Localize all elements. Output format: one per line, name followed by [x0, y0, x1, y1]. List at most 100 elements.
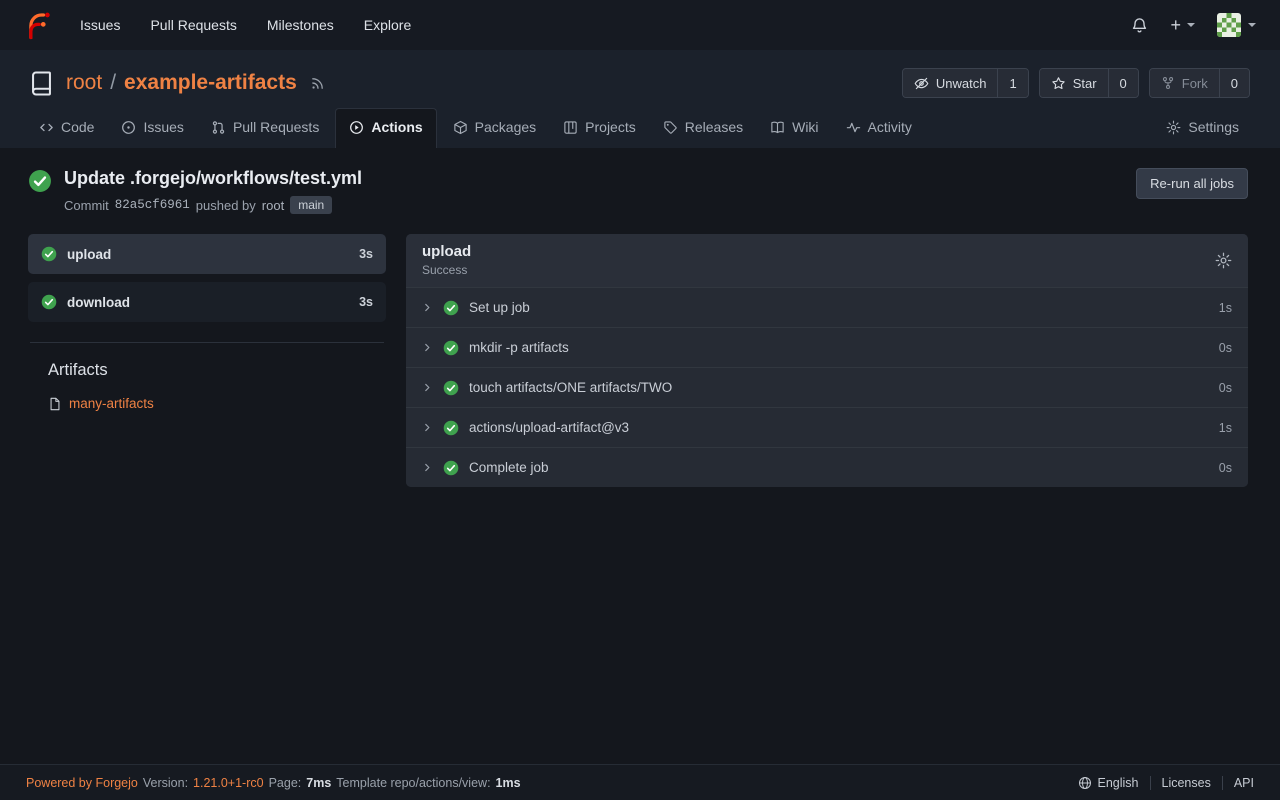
pusher-link[interactable]: root [262, 198, 284, 213]
tab-code[interactable]: Code [28, 109, 105, 148]
powered-by-forgejo-link[interactable]: Powered by Forgejo [26, 776, 138, 790]
nav-item-issues[interactable]: Issues [80, 17, 120, 33]
package-icon [453, 120, 468, 135]
file-icon [48, 397, 62, 411]
unwatch-button[interactable]: Unwatch [903, 69, 998, 97]
page-time-label: Page: [269, 776, 302, 790]
chevron-right-icon [422, 462, 433, 473]
api-link[interactable]: API [1222, 776, 1254, 790]
tab-label: Wiki [792, 119, 818, 135]
success-check-circle-icon [41, 294, 57, 310]
language-selector[interactable]: English [1067, 776, 1150, 790]
forks-count[interactable]: 0 [1219, 69, 1249, 97]
tab-issues[interactable]: Issues [110, 109, 194, 148]
tab-projects[interactable]: Projects [552, 109, 647, 148]
commit-sha-link[interactable]: 82a5cf6961 [115, 198, 190, 212]
job-sidebar: upload 3s download 3s Artifacts man [28, 234, 386, 411]
pull-request-icon [211, 120, 226, 135]
job-name: upload [67, 247, 111, 262]
job-detail-title: upload [422, 243, 471, 260]
job-item-upload[interactable]: upload 3s [28, 234, 386, 274]
tab-label: Releases [685, 119, 743, 135]
run-meta: Update .forgejo/workflows/test.yml Commi… [64, 168, 362, 214]
create-new-menu[interactable]: + [1170, 16, 1195, 34]
step-row-complete-job[interactable]: Complete job 0s [406, 447, 1248, 487]
success-check-circle-icon [443, 380, 459, 396]
repo-tabbar: Code Issues Pull Requests Actions [28, 108, 1250, 148]
chevron-down-icon [1187, 23, 1195, 27]
forgejo-logo[interactable] [24, 10, 54, 40]
sidebar-divider [30, 342, 384, 343]
user-menu[interactable] [1217, 13, 1256, 37]
footer-left: Powered by Forgejo Version: 1.21.0+1-rc0… [26, 776, 521, 790]
job-name: download [67, 295, 130, 310]
top-navbar: Issues Pull Requests Milestones Explore … [0, 0, 1280, 50]
fork-button[interactable]: Fork [1150, 69, 1219, 97]
star-button[interactable]: Star [1040, 69, 1108, 97]
job-duration: 3s [359, 295, 373, 309]
star-button-group: Star 0 [1039, 68, 1139, 98]
tab-releases[interactable]: Releases [652, 109, 754, 148]
nav-item-explore[interactable]: Explore [364, 17, 411, 33]
version-link[interactable]: 1.21.0+1-rc0 [193, 776, 264, 790]
tab-label: Projects [585, 119, 636, 135]
step-name: Complete job [469, 460, 549, 475]
tab-packages[interactable]: Packages [442, 109, 547, 148]
step-duration: 1s [1219, 301, 1232, 315]
job-item-download[interactable]: download 3s [28, 282, 386, 322]
step-row-touch[interactable]: touch artifacts/ONE artifacts/TWO 0s [406, 367, 1248, 407]
repo-name-link[interactable]: example-artifacts [124, 71, 297, 95]
artifact-name: many-artifacts [69, 396, 154, 411]
notifications-bell-icon[interactable] [1131, 17, 1148, 34]
avatar [1217, 13, 1241, 37]
watchers-count[interactable]: 1 [997, 69, 1027, 97]
repo-owner-link[interactable]: root [66, 71, 102, 95]
fork-label: Fork [1182, 76, 1208, 91]
tab-label: Actions [371, 119, 422, 135]
job-steps-header: upload Success [406, 234, 1248, 287]
gear-icon [1166, 120, 1181, 135]
breadcrumb-separator: / [110, 71, 116, 95]
tab-pull-requests[interactable]: Pull Requests [200, 109, 330, 148]
project-board-icon [563, 120, 578, 135]
tab-label: Code [61, 119, 94, 135]
star-label: Star [1073, 76, 1097, 91]
commit-prefix-label: Commit [64, 198, 109, 213]
branch-badge[interactable]: main [290, 196, 332, 214]
template-time-label: Template repo/actions/view: [336, 776, 490, 790]
job-steps-panel: upload Success Set up job 1s [406, 234, 1248, 487]
step-name: touch artifacts/ONE artifacts/TWO [469, 380, 672, 395]
job-duration: 3s [359, 247, 373, 261]
book-icon [770, 120, 785, 135]
navbar-right: + [1131, 13, 1256, 37]
tab-wiki[interactable]: Wiki [759, 109, 829, 148]
artifact-link-many-artifacts[interactable]: many-artifacts [48, 396, 386, 411]
tab-actions[interactable]: Actions [335, 108, 436, 148]
navbar-links: Issues Pull Requests Milestones Explore [80, 17, 411, 33]
nav-item-pull-requests[interactable]: Pull Requests [150, 17, 236, 33]
rerun-all-jobs-button[interactable]: Re-run all jobs [1136, 168, 1248, 199]
rss-feed-icon[interactable] [310, 76, 325, 91]
licenses-link[interactable]: Licenses [1150, 776, 1222, 790]
job-options-gear-icon[interactable] [1215, 252, 1232, 269]
success-check-circle-icon [443, 340, 459, 356]
chevron-right-icon [422, 342, 433, 353]
tab-settings[interactable]: Settings [1155, 109, 1250, 148]
stars-count[interactable]: 0 [1108, 69, 1138, 97]
tab-activity[interactable]: Activity [835, 109, 923, 148]
tab-label: Activity [868, 119, 912, 135]
step-name: Set up job [469, 300, 530, 315]
pushed-by-label: pushed by [196, 198, 256, 213]
plus-icon: + [1170, 16, 1181, 34]
step-duration: 0s [1219, 381, 1232, 395]
step-row-upload-artifact[interactable]: actions/upload-artifact@v3 1s [406, 407, 1248, 447]
step-name: mkdir -p artifacts [469, 340, 569, 355]
nav-item-milestones[interactable]: Milestones [267, 17, 334, 33]
run-body: upload 3s download 3s Artifacts man [28, 234, 1248, 487]
success-check-circle-icon [443, 300, 459, 316]
step-row-mkdir[interactable]: mkdir -p artifacts 0s [406, 327, 1248, 367]
template-time-value: 1ms [496, 776, 521, 790]
language-label: English [1098, 776, 1139, 790]
chevron-right-icon [422, 422, 433, 433]
step-row-setup-job[interactable]: Set up job 1s [406, 287, 1248, 327]
